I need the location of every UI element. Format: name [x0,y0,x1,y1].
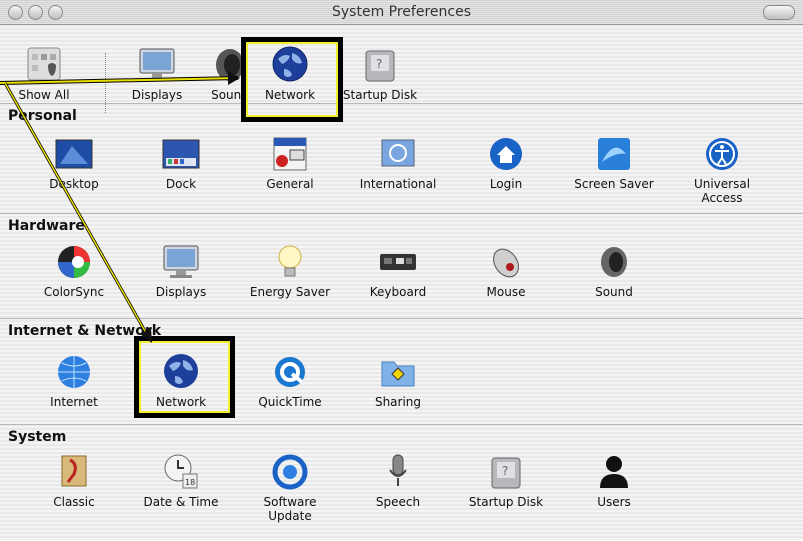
pref-label: ColorSync [43,285,105,299]
pref-label: Universal Access [693,177,751,205]
speaker-icon [594,242,634,282]
pref-label: International [359,177,437,191]
pref-label: Energy Saver [249,285,331,299]
toolbar-network[interactable]: Network [245,45,335,102]
sharing-folder-icon [378,352,418,392]
svg-text:?: ? [502,464,508,478]
pref-quicktime[interactable]: QuickTime [245,352,335,409]
internet-globe-icon [54,352,94,392]
svg-text:?: ? [376,57,382,71]
lightbulb-icon [270,242,310,282]
toolbar-item-label: Startup Disk [342,88,418,102]
pref-speech[interactable]: Speech [353,452,443,509]
toolbar-show-all[interactable]: Show All [0,45,89,102]
pref-login[interactable]: Login [461,134,551,191]
pref-label: Users [597,495,631,509]
pref-label: Screen Saver [574,177,654,191]
pref-label: Internet [50,395,98,409]
toolbar-item-label: Network [264,88,316,102]
pref-label: Mouse [486,285,526,299]
displays-icon [161,242,201,282]
pref-label: Dock [165,177,197,191]
keyboard-icon [378,242,418,282]
startup-disk-icon: ? [360,45,400,85]
pref-software-update[interactable]: Software Update [245,452,335,523]
pref-label: Date & Time [143,495,219,509]
sound-icon [210,45,250,85]
pref-users[interactable]: Users [569,452,659,509]
section-title: Internet & Network [8,323,162,339]
pref-dock[interactable]: Dock [136,134,226,191]
pref-label: Network [155,395,207,409]
pref-colorsync[interactable]: ColorSync [29,242,119,299]
pref-startup-disk[interactable]: ? Startup Disk [461,452,551,509]
pref-label: Software Update [263,495,317,523]
universal-access-icon [702,134,742,174]
show-all-icon [24,45,64,85]
pref-international[interactable]: International [353,134,443,191]
pref-energy-saver[interactable]: Energy Saver [245,242,335,299]
pref-screen-saver[interactable]: Screen Saver [569,134,659,191]
users-icon [594,452,634,492]
pref-label: Sharing [374,395,422,409]
pref-label: Sound [595,285,633,299]
microphone-icon [378,452,418,492]
colorsync-icon [54,242,94,282]
pref-displays[interactable]: Displays [136,242,226,299]
svg-text:18: 18 [185,478,195,487]
displays-icon [137,45,177,85]
software-update-icon [270,452,310,492]
clock-calendar-icon: 18 [161,452,201,492]
pref-general[interactable]: General [245,134,335,191]
toolbar: Show All Displays Sound Network ? Startu [0,25,803,113]
pref-desktop[interactable]: Desktop [29,134,119,191]
title-bar[interactable]: System Preferences [0,0,803,25]
toolbar-item-label: Show All [18,88,70,102]
section-title: Hardware [8,218,85,234]
pref-label: General [266,177,314,191]
general-icon [270,134,310,174]
pref-label: Speech [375,495,421,509]
pref-label: Login [489,177,523,191]
quicktime-icon [270,352,310,392]
mouse-icon [486,242,526,282]
pref-label: Desktop [49,177,99,191]
system-preferences-window: System Preferences Show All Displays Sou… [0,0,803,540]
desktop-icon [54,134,94,174]
network-globe-icon [270,45,310,85]
pref-universal-access[interactable]: Universal Access [677,134,767,205]
pref-label: Displays [155,285,207,299]
pref-label: QuickTime [258,395,322,409]
pref-network[interactable]: Network [136,352,226,409]
login-house-icon [486,134,526,174]
window-title: System Preferences [332,4,471,20]
pref-sharing[interactable]: Sharing [353,352,443,409]
toolbar-startup-disk[interactable]: ? Startup Disk [335,45,425,102]
international-flag-icon [378,134,418,174]
dock-icon [161,134,201,174]
section-title: System [8,429,67,445]
pref-label: Keyboard [369,285,427,299]
pref-sound[interactable]: Sound [569,242,659,299]
classic-icon [54,452,94,492]
pref-classic[interactable]: Classic [29,452,119,509]
pref-date-time[interactable]: 18 Date & Time [136,452,226,509]
section-title: Personal [8,108,77,124]
pref-label: Startup Disk [468,495,544,509]
screen-saver-icon [594,134,634,174]
pref-keyboard[interactable]: Keyboard [353,242,443,299]
startup-disk-icon: ? [486,452,526,492]
toolbar-toggle-button[interactable] [763,5,795,20]
pref-label: Classic [53,495,95,509]
network-globe-icon [161,352,201,392]
pref-mouse[interactable]: Mouse [461,242,551,299]
pref-internet[interactable]: Internet [29,352,119,409]
